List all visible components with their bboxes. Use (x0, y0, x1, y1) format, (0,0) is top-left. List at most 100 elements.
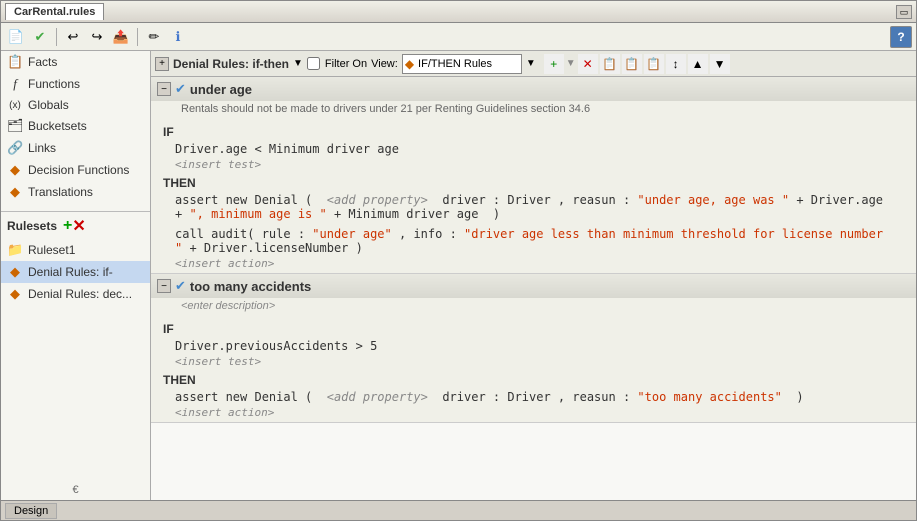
rule-header-too-many-accidents: − ✔ too many accidents (151, 274, 916, 298)
condition-too-many-accidents-1: Driver.previousAccidents > 5 (151, 338, 916, 354)
sidebar-item-globals[interactable]: (x) Globals (1, 95, 150, 115)
rulesets-header: Rulesets + ✕ (1, 211, 150, 239)
then-label-under-age: THEN (151, 172, 916, 192)
rule-collapse-button-too-many-accidents[interactable]: − (157, 279, 171, 293)
insert-action-too-many-accidents[interactable]: <insert action> (151, 405, 916, 420)
delete-ruleset-button[interactable]: ✕ (72, 216, 85, 236)
sidebar-item-globals-label: Globals (28, 98, 69, 112)
collapse-indicator[interactable]: € (72, 484, 78, 496)
add-dropdown-arrow[interactable]: ▼ (566, 58, 576, 69)
sep2 (137, 28, 138, 46)
insert-test-too-many-accidents[interactable]: <insert test> (151, 354, 916, 369)
add-rule-button[interactable]: + (544, 54, 564, 74)
deploy-button[interactable]: 📤 (110, 26, 132, 48)
translations-icon: ◆ (7, 184, 23, 200)
functions-icon: f (7, 76, 23, 92)
sidebar-item-links[interactable]: 🔗 Links (1, 137, 150, 159)
sidebar-item-ruleset1-label: Ruleset1 (28, 243, 75, 257)
sidebar-item-facts[interactable]: 📋 Facts (1, 51, 150, 73)
copy-button-1[interactable]: 📋 (600, 54, 620, 74)
string-under-age: "under age, age was " (637, 193, 789, 207)
view-selector[interactable]: ◆ IF/THEN Rules (402, 54, 522, 74)
rule-collapse-button-under-age[interactable]: − (157, 82, 171, 96)
denial-dec-icon: ◆ (7, 286, 23, 302)
help-button[interactable]: ? (890, 26, 912, 48)
globals-icon: (x) (7, 100, 23, 111)
rule-name-under-age: under age (190, 82, 252, 97)
undo-button[interactable]: ↩ (62, 26, 84, 48)
move-down-button[interactable]: ▼ (710, 54, 730, 74)
new-button[interactable]: 📄 (5, 26, 27, 48)
sidebar-item-ruleset1[interactable]: 📁 Ruleset1 (1, 239, 150, 261)
view-dropdown-arrow[interactable]: ▼ (526, 58, 536, 69)
title-dropdown-button[interactable]: ▼ (293, 58, 303, 69)
sidebar-item-facts-label: Facts (28, 55, 57, 69)
enter-desc-placeholder: <enter description> (181, 300, 275, 312)
string-audit-info: "driver age less than minimum threshold … (175, 227, 883, 255)
redo-button[interactable]: ↪ (86, 26, 108, 48)
sep1 (56, 28, 57, 46)
denial-if-icon: ◆ (7, 264, 23, 280)
title-tab[interactable]: CarRental.rules (5, 3, 104, 20)
rule-desc-too-many-accidents: <enter description> (151, 298, 916, 316)
sidebar-item-links-label: Links (28, 141, 56, 155)
expand-rules-button[interactable]: + (155, 57, 169, 71)
string-too-many: "too many accidents" (637, 390, 782, 404)
delete-rule-button[interactable]: ✕ (578, 54, 598, 74)
sidebar-item-denial-if-label: Denial Rules: if- (28, 265, 113, 279)
rule-desc-under-age: Rentals should not be made to drivers un… (151, 101, 916, 119)
bucketsets-icon: 🗂 (7, 118, 23, 134)
rulesets-label: Rulesets (7, 219, 57, 233)
action-under-age-1: assert new Denial ( <add property> drive… (151, 192, 916, 222)
main-toolbar: 📄 ✔ ↩ ↪ 📤 ✏ ℹ ? (1, 23, 916, 51)
sidebar-item-translations-label: Translations (28, 185, 93, 199)
toolbar-action-icons: + ▼ ✕ 📋 📋 📋 ↕ ▲ ▼ (544, 54, 730, 74)
filter-checkbox[interactable] (307, 57, 320, 70)
condition-under-age-1: Driver.age < Minimum driver age (151, 141, 916, 157)
action-too-many-accidents-1: assert new Denial ( <add property> drive… (151, 389, 916, 405)
add-property-placeholder-1[interactable]: <add property> (327, 193, 428, 207)
string-min-age-1: ", minimum age is " (189, 207, 326, 221)
sidebar-item-denial-if[interactable]: ◆ Denial Rules: if- (1, 261, 150, 283)
insert-test-under-age[interactable]: <insert test> (151, 157, 916, 172)
decision-functions-icon: ◆ (7, 162, 23, 178)
window-controls: ▭ (896, 4, 912, 20)
content-toolbar: + Denial Rules: if-then ▼ Filter On View… (151, 51, 916, 77)
title-bar: CarRental.rules ▭ (1, 1, 916, 23)
view-value-text: IF/THEN Rules (418, 58, 492, 70)
rule-body-too-many-accidents: IF Driver.previousAccidents > 5 <insert … (151, 316, 916, 422)
validate-button[interactable]: ✔ (29, 26, 51, 48)
rule-block-too-many-accidents: − ✔ too many accidents <enter descriptio… (151, 274, 916, 423)
filter-label: Filter On (307, 57, 367, 70)
design-mode-button[interactable]: Design (5, 503, 57, 519)
rules-area: − ✔ under age Rentals should not be made… (151, 77, 916, 500)
sidebar-item-decision-functions[interactable]: ◆ Decision Functions (1, 159, 150, 181)
restore-button[interactable]: ▭ (896, 5, 912, 19)
move-up-button[interactable]: ▲ (688, 54, 708, 74)
view-diamond-icon: ◆ (405, 57, 414, 71)
sidebar-item-denial-dec-label: Denial Rules: dec... (28, 287, 132, 301)
sidebar-item-bucketsets[interactable]: 🗂 Bucketsets (1, 115, 150, 137)
if-label-under-age: IF (151, 121, 916, 141)
sidebar-item-functions[interactable]: f Functions (1, 73, 150, 95)
ruleset1-icon: 📁 (7, 242, 23, 258)
info-button[interactable]: ℹ (167, 26, 189, 48)
add-property-placeholder-2[interactable]: <add property> (327, 390, 428, 404)
main-area: 📋 Facts f Functions (x) Globals 🗂 Bucket… (1, 51, 916, 500)
sidebar-item-denial-dec[interactable]: ◆ Denial Rules: dec... (1, 283, 150, 305)
edit-button[interactable]: ✏ (143, 26, 165, 48)
action-under-age-2: call audit( rule : "under age" , info : … (151, 226, 916, 256)
facts-icon: 📋 (7, 54, 23, 70)
add-ruleset-button[interactable]: + (63, 217, 72, 235)
insert-action-under-age[interactable]: <insert action> (151, 256, 916, 271)
status-bar: Design (1, 500, 916, 520)
links-icon: 🔗 (7, 140, 23, 156)
sidebar-item-translations[interactable]: ◆ Translations (1, 181, 150, 203)
rule-header-under-age: − ✔ under age (151, 77, 916, 101)
swap-button[interactable]: ↕ (666, 54, 686, 74)
rule-name-too-many-accidents: too many accidents (190, 279, 311, 294)
copy-button-2[interactable]: 📋 (622, 54, 642, 74)
sidebar-item-bucketsets-label: Bucketsets (28, 119, 87, 133)
sidebar-bottom: € (1, 305, 150, 500)
copy-button-3[interactable]: 📋 (644, 54, 664, 74)
